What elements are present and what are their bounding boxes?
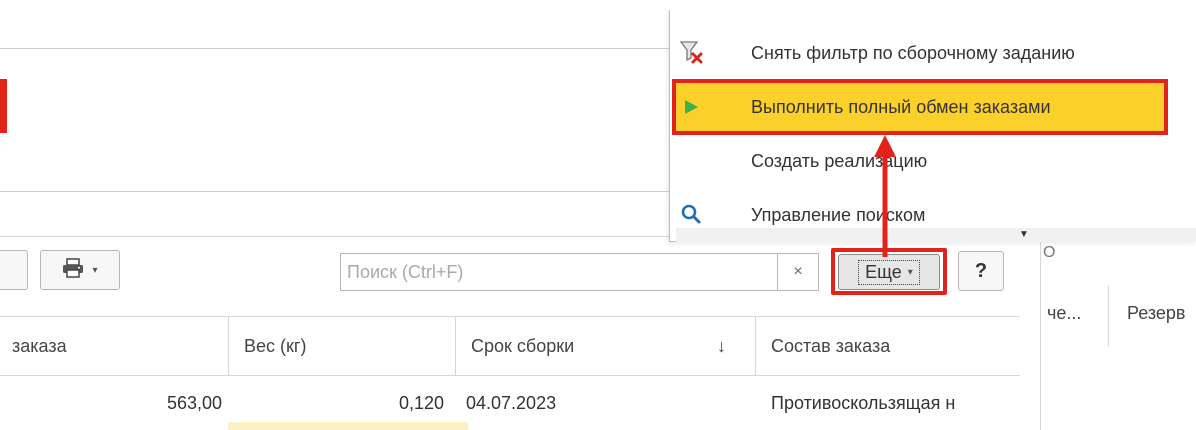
menu-item-label: Выполнить полный обмен заказами [751,97,1051,117]
toolbar-button-partial[interactable] [0,250,28,290]
search-icon [678,201,704,227]
search-input[interactable] [341,254,777,290]
column-separator [1108,286,1109,346]
scroll-down-icon[interactable]: ▼ [1019,229,1029,240]
list-panel-right-border [1040,236,1041,430]
form-divider-top [0,48,670,49]
more-button[interactable]: Еще ▾ [838,254,940,290]
cell-assembly-date[interactable]: 04.07.2023 [466,376,746,430]
chevron-down-icon: ▾ [907,266,913,278]
column-header-composition[interactable]: Состав заказа [755,317,1020,375]
menu-item-label: Создать реализацию [751,151,928,171]
cell-order-amount[interactable]: 563,00 [0,376,222,430]
column-header-reserve[interactable]: Резерв [1127,303,1185,324]
menu-item-create-sale[interactable] [669,136,1196,188]
more-button-label: Еще [865,261,902,282]
chevron-down-icon: ▾ [92,264,98,276]
annotation-arrow [874,135,896,257]
printer-icon [62,257,84,283]
clear-search-button[interactable]: × [777,254,818,290]
play-icon [678,94,704,120]
column-header-weight[interactable]: Вес (кг) [228,317,468,375]
form-divider-middle [0,191,670,192]
menu-item-label: Снять фильтр по сборочному заданию [751,43,1075,63]
print-button[interactable]: ▾ [40,250,120,290]
filter-clear-icon [678,39,704,65]
search-field: × [340,253,819,291]
menu-scroll-area[interactable] [676,228,1196,242]
partial-header-text: О [1043,244,1056,261]
column-header-assembly-date[interactable]: Срок сборки ↓ [455,317,755,375]
row-highlight [228,422,468,430]
annotation-frame-edge [0,79,7,133]
help-button[interactable]: ? [958,251,1004,291]
column-header-truncated[interactable]: че... [1047,303,1081,324]
sort-down-icon: ↓ [717,335,726,356]
column-header-order-amount[interactable]: заказа [0,317,228,375]
cell-composition[interactable]: Противоскользящая н [771,376,1016,430]
